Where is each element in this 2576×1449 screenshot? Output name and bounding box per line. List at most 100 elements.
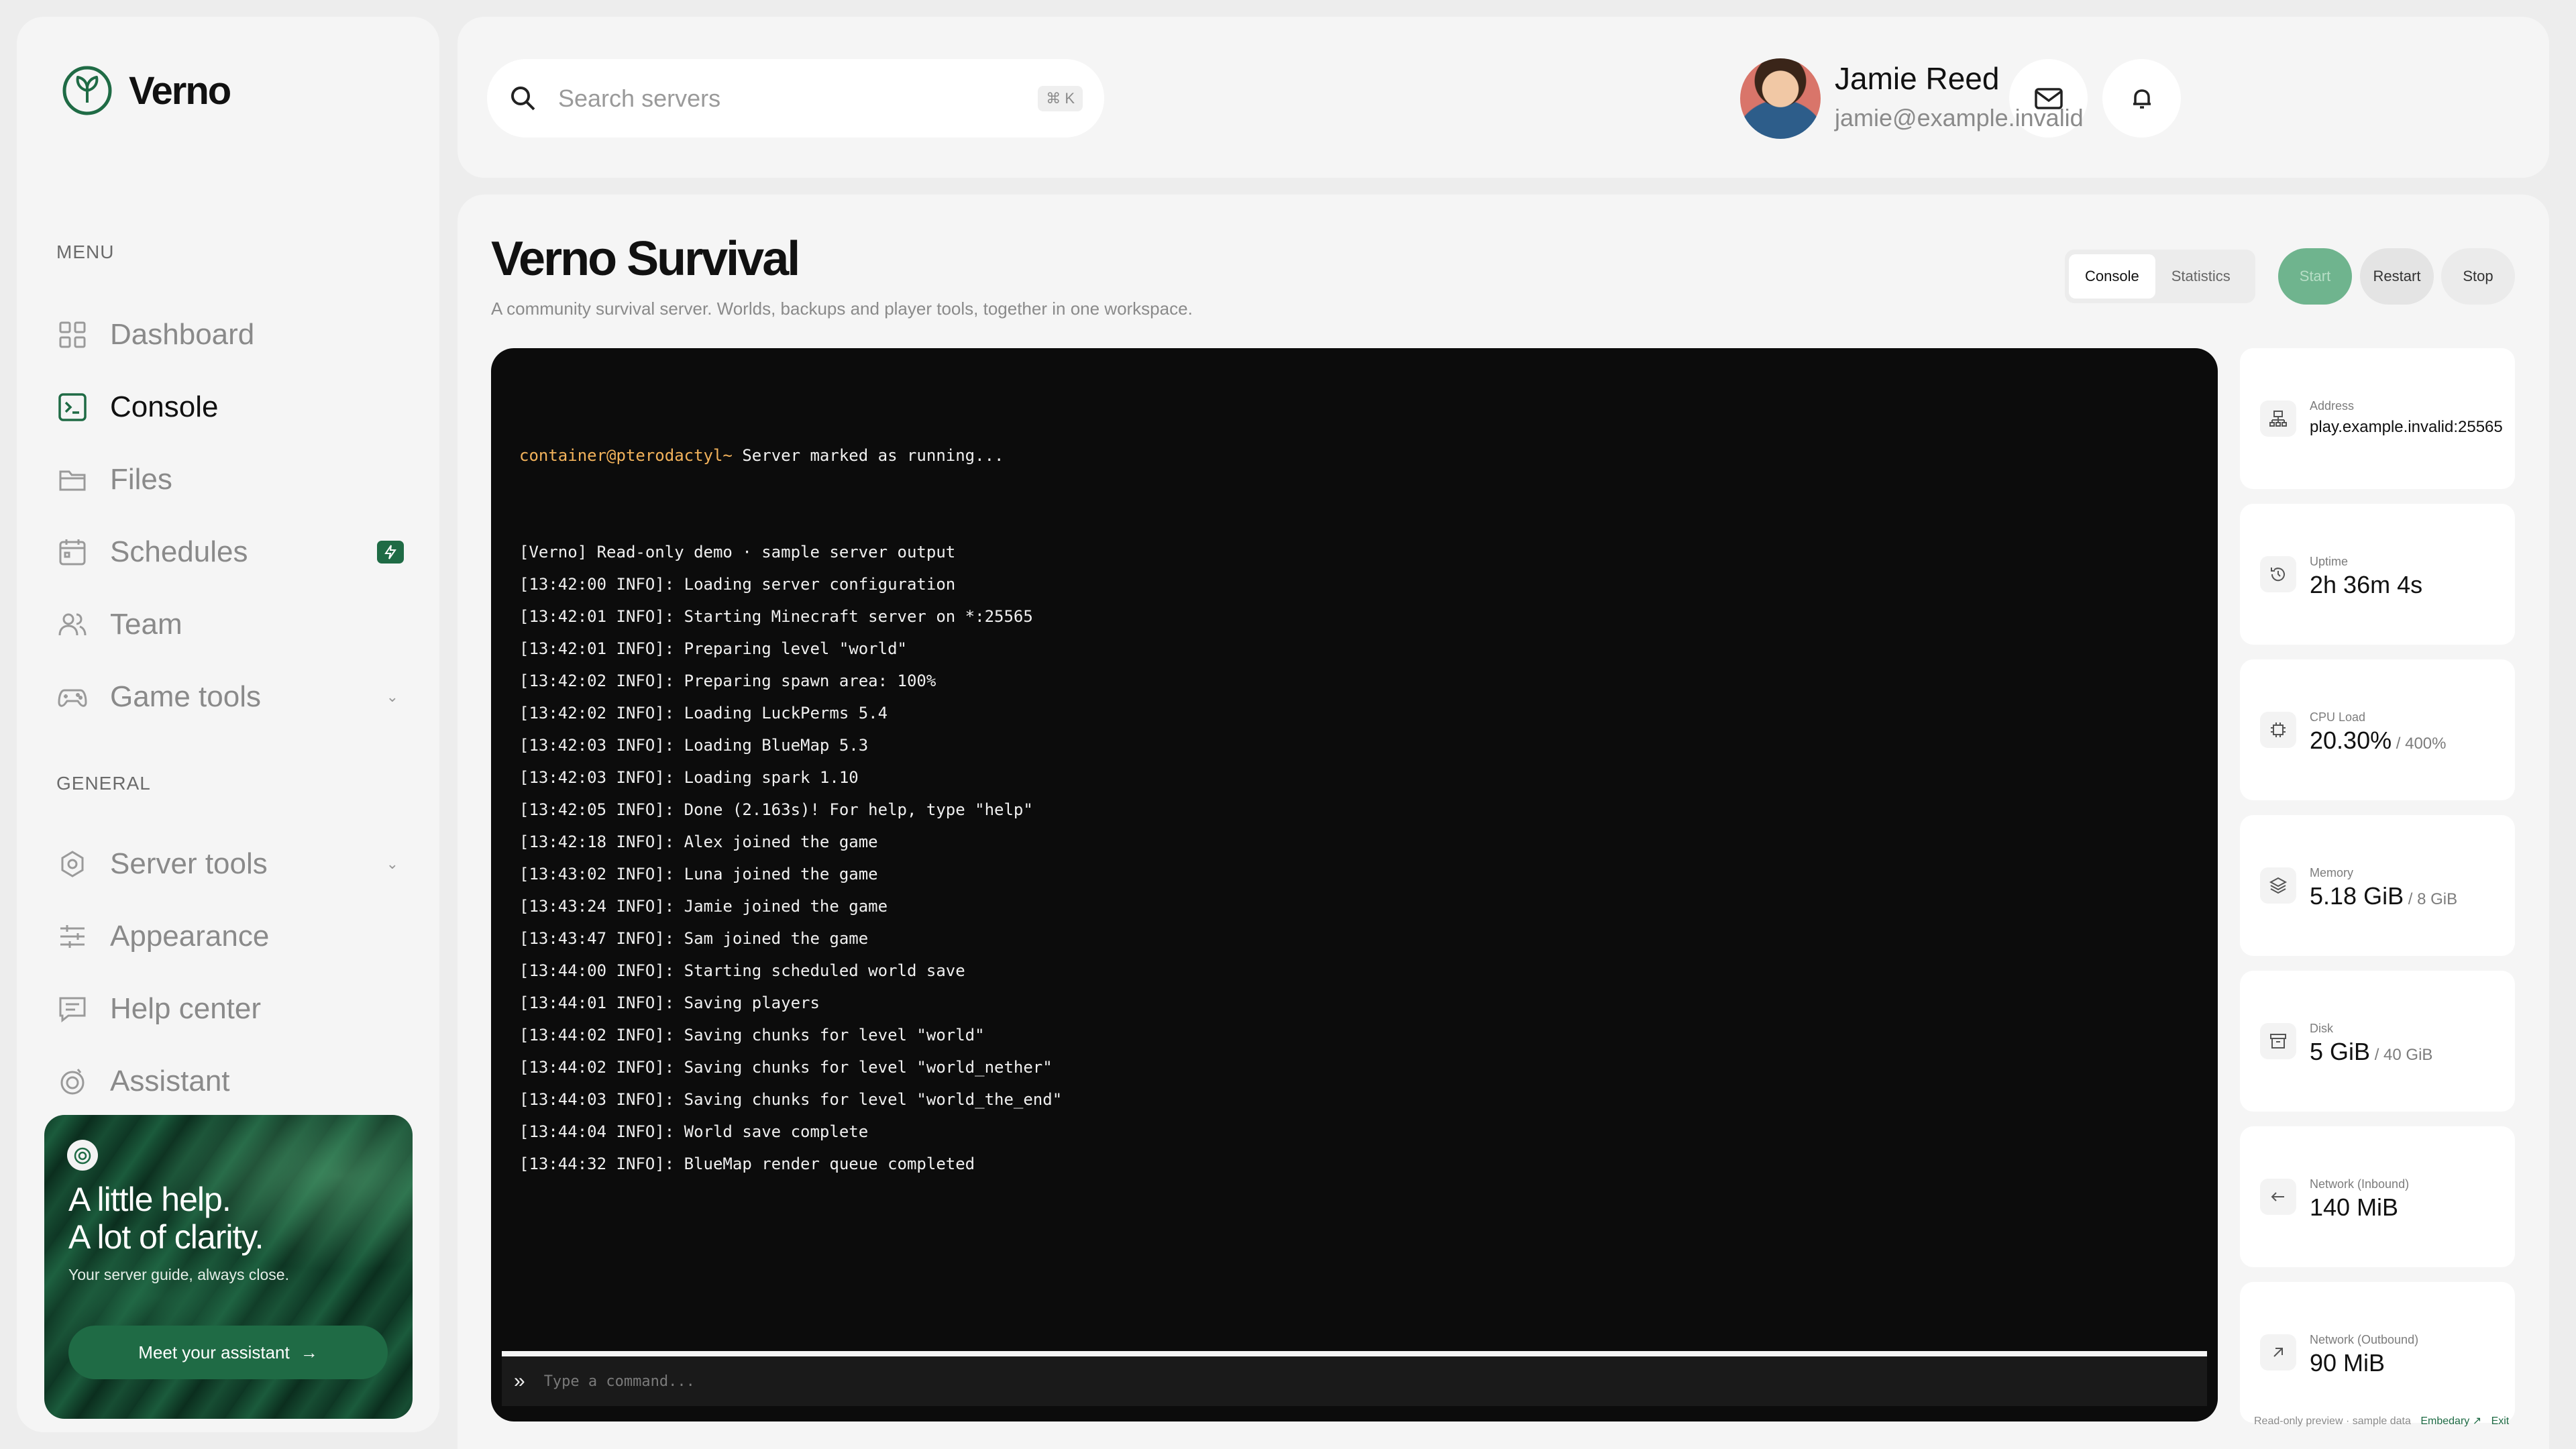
console-line: [13:42:00 INFO]: Loading server configur… [519,575,956,594]
calendar-icon [56,536,89,568]
console-line: [13:44:03 INFO]: Saving chunks for level… [519,1090,1063,1109]
prompt-text: Server marked as running... [732,446,1004,465]
sidebar-item-label: Dashboard [110,318,255,351]
console-line: [13:44:04 INFO]: World save complete [519,1122,869,1141]
menu-section-label: MENU [56,241,115,262]
command-input[interactable]: » Type a command... [502,1351,2207,1406]
tab-statistics[interactable]: Statistics [2155,254,2247,299]
meet-assistant-label: Meet your assistant [138,1342,290,1362]
stat-value: play.example.invalid:25565 [2310,418,2503,437]
restart-button[interactable]: Restart [2360,248,2434,305]
embedary-link[interactable]: Embedary ↗ [2420,1415,2481,1427]
stat-value: 5.18 GiB / 8 GiB [2310,882,2457,910]
leaf-logo-icon [62,66,112,115]
bolt-icon [377,541,404,564]
console-line: [13:42:05 INFO]: Done (2.163s)! For help… [519,800,1033,819]
sidebar-item-label: Help center [110,992,262,1025]
stat-value-main: 5 GiB [2310,1038,2371,1065]
stat-value: 5 GiB / 40 GiB [2310,1038,2432,1066]
sidebar-item-files[interactable]: Files [56,443,419,516]
layers-icon [2260,867,2296,904]
sidebar-item-help-center[interactable]: Help center [56,973,419,1045]
arrow-left-icon [2260,1179,2296,1215]
sidebar-item-schedules[interactable]: Schedules [56,516,419,588]
console-line: [13:42:03 INFO]: Loading spark 1.10 [519,768,859,787]
console-line: [13:42:02 INFO]: Preparing spawn area: 1… [519,672,936,690]
view-tabs: Console Statistics [2065,250,2255,303]
gear-icon [56,848,89,880]
tab-console[interactable]: Console [2069,254,2155,299]
user-email: jamie@example.invalid [1835,104,2084,131]
stat-value-total: / 40 GiB [2370,1046,2433,1064]
main-content: Verno Survival A community survival serv… [458,195,2549,1449]
user-name: Jamie Reed [1835,61,2000,96]
sidebar-item-console[interactable]: Console [56,371,419,443]
general-section-label: GENERAL [56,773,151,794]
stat-card-memory: Memory 5.18 GiB / 8 GiB [2240,815,2515,956]
assistant-promo-card: A little help. A lot of clarity. Your se… [44,1115,413,1419]
sidebar-item-team[interactable]: Team [56,588,419,661]
preview-note: Read-only preview · sample data [2254,1415,2411,1427]
search-placeholder: Search servers [558,84,721,112]
avatar[interactable] [1740,58,1821,139]
promo-title: A little help. A lot of clarity. [68,1181,264,1256]
sidebar-item-assistant[interactable]: Assistant [56,1045,419,1118]
menu-nav: Dashboard Console Files Schedules Team G… [56,299,419,733]
stat-label: Network (Inbound) [2310,1177,2410,1191]
chevron-down-icon[interactable]: ⌄ [386,855,398,873]
stat-value: 90 MiB [2310,1349,2385,1377]
sidebar-item-dashboard[interactable]: Dashboard [56,299,419,371]
stat-label: Memory [2310,866,2354,879]
console-line: [13:43:02 INFO]: Luna joined the game [519,865,878,883]
stat-value: 2h 36m 4s [2310,571,2422,599]
meet-assistant-button[interactable]: Meet your assistant → [68,1326,388,1379]
top-bar: Search servers ⌘ K Jamie Reed jamie@exam… [458,17,2549,178]
sidebar-item-label: Game tools [110,680,261,713]
sidebar-item-server-tools[interactable]: Server tools ⌄ [56,828,419,900]
console-line: [13:43:47 INFO]: Sam joined the game [519,929,869,948]
assistant-icon [56,1065,89,1097]
stat-label: CPU Load [2310,710,2366,724]
logo[interactable]: Verno [60,64,231,117]
preview-footer: Read-only preview · sample data Embedary… [2254,1414,2509,1428]
command-placeholder: Type a command... [543,1373,695,1390]
search-icon [511,86,535,110]
arrow-right-icon: → [300,1342,318,1362]
promo-subtitle: Your server guide, always close. [68,1266,289,1283]
promo-title-line2: A lot of clarity. [68,1218,264,1256]
terminal-icon [56,391,89,423]
page-title: Verno Survival [491,232,800,286]
chevron-down-icon[interactable]: ⌄ [386,688,398,706]
chat-icon [56,993,89,1025]
cpu-icon [2260,712,2296,748]
stat-card-network-outbound: Network (Outbound) 90 MiB [2240,1282,2515,1423]
stat-label: Uptime [2310,555,2349,568]
stat-card-address: Address play.example.invalid:25565 [2240,348,2515,489]
notifications-button[interactable] [2102,59,2181,138]
stat-card-network-inbound: Network (Inbound) 140 MiB [2240,1126,2515,1267]
search-input[interactable]: Search servers ⌘ K [487,59,1104,138]
stat-value-main: 5.18 GiB [2310,882,2404,910]
stat-value-main: 20.30% [2310,727,2392,754]
console-line: [13:42:18 INFO]: Alex joined the game [519,833,878,851]
exit-link[interactable]: Exit [2491,1415,2510,1427]
stat-label: Address [2310,399,2355,413]
console-line: [13:42:01 INFO]: Preparing level "world" [519,639,907,658]
console-output[interactable]: container@pterodactyl~ Server marked as … [491,348,2218,1421]
stat-value-main: 2h 36m 4s [2310,571,2423,598]
sidebar-item-game-tools[interactable]: Game tools ⌄ [56,661,419,733]
app-name: Verno [129,68,231,113]
users-icon [56,608,89,641]
stop-button[interactable]: Stop [2441,248,2515,305]
bell-icon [2133,89,2151,109]
console-log: container@pterodactyl~ Server marked as … [519,375,1062,1180]
start-button[interactable]: Start [2278,248,2352,305]
search-shortcut: ⌘ K [1038,86,1083,111]
arrow-up-right-icon [2260,1334,2296,1371]
console-line: [13:42:02 INFO]: Loading LuckPerms 5.4 [519,704,888,722]
sidebar-item-appearance[interactable]: Appearance [56,900,419,973]
promo-title-line1: A little help. [68,1181,231,1218]
console-line: [13:44:02 INFO]: Saving chunks for level… [519,1058,1053,1077]
sidebar-item-label: Appearance [110,920,270,953]
console-line: [13:44:32 INFO]: BlueMap render queue co… [519,1155,975,1173]
